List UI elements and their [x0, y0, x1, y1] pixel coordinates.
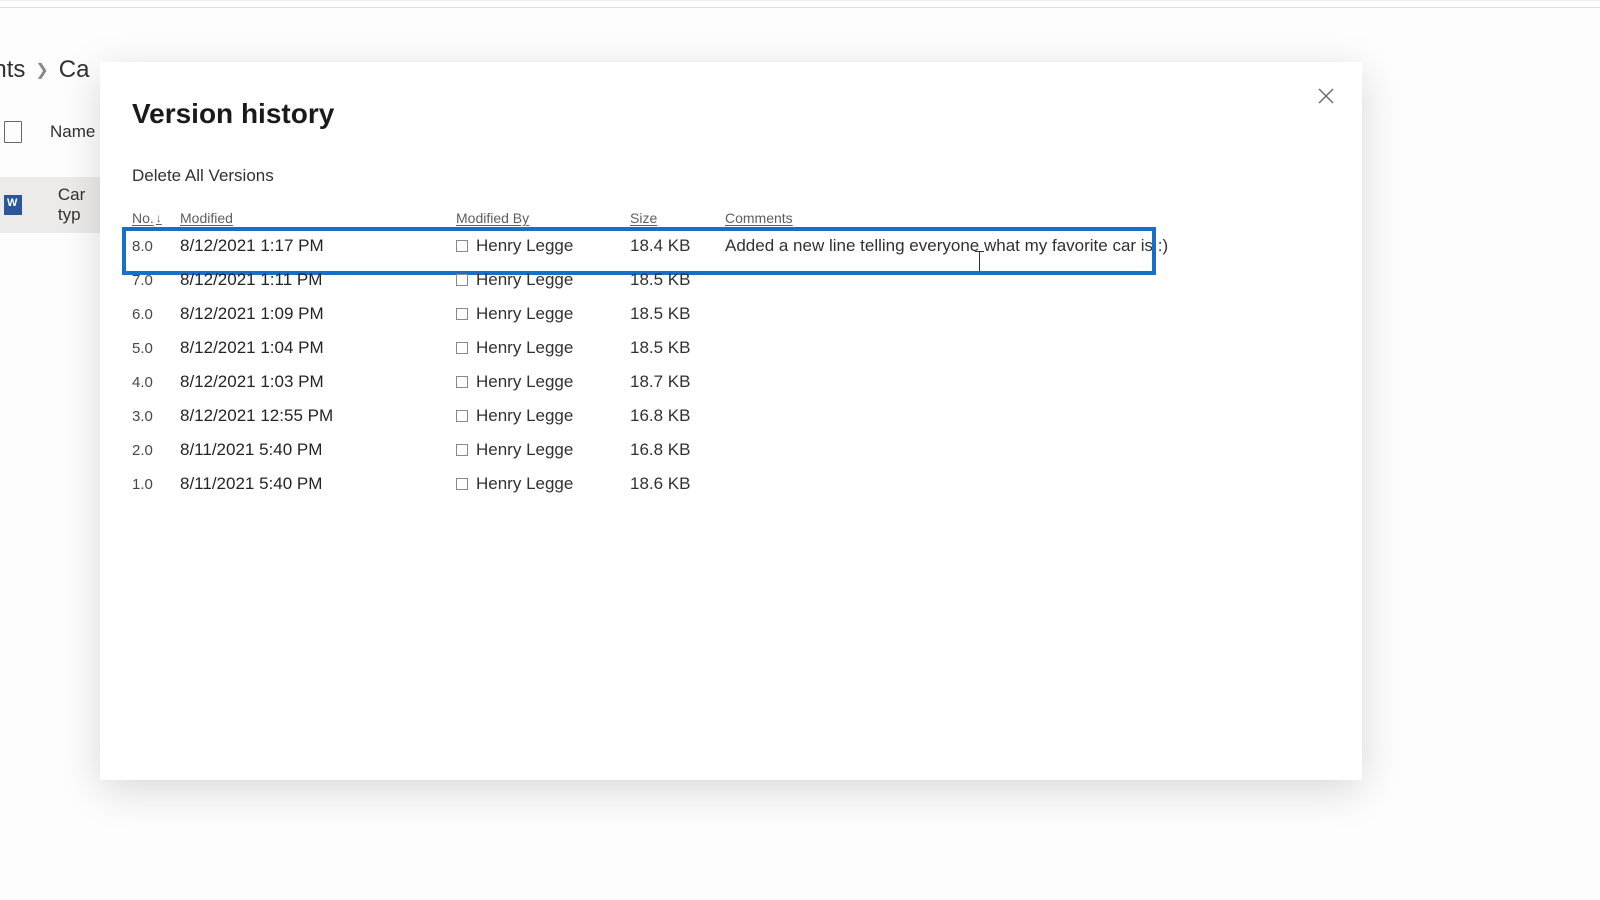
cell-modified-date[interactable]: 8/12/2021 1:03 PM — [180, 372, 456, 392]
cell-modified-by: Henry Legge — [456, 372, 630, 392]
cell-modified-by: Henry Legge — [456, 440, 630, 460]
cell-version-no: 8.0 — [132, 236, 180, 255]
file-list-header: Name — [4, 121, 95, 143]
cell-modified-date[interactable]: 8/11/2021 5:40 PM — [180, 474, 456, 494]
cell-size: 18.6 KB — [630, 474, 725, 494]
column-header-modified[interactable]: Modified — [180, 210, 456, 226]
table-row[interactable]: 3.08/12/2021 12:55 PM Henry Legge 16.8 KB — [132, 399, 1330, 433]
modal-title: Version history — [132, 98, 1330, 130]
cell-size: 18.5 KB — [630, 304, 725, 324]
file-type-icon — [4, 121, 22, 143]
table-row[interactable]: 1.08/11/2021 5:40 PM Henry Legge 18.6 KB — [132, 467, 1330, 501]
cell-modified-by: Henry Legge — [456, 304, 630, 324]
modified-by-name[interactable]: Henry Legge — [476, 474, 573, 494]
breadcrumb: ents ❯ Ca — [0, 56, 89, 84]
table-row[interactable]: 7.08/12/2021 1:11 PM Henry Legge 18.5 KB — [132, 263, 1330, 297]
cell-size: 18.7 KB — [630, 372, 725, 392]
table-row[interactable]: 8.08/12/2021 1:17 PM Henry Legge 18.4 KBAd… — [132, 229, 1330, 263]
word-doc-icon — [4, 195, 22, 215]
presence-indicator-icon — [456, 274, 468, 286]
presence-indicator-icon — [456, 308, 468, 320]
cell-size: 16.8 KB — [630, 406, 725, 426]
presence-indicator-icon — [456, 478, 468, 490]
table-body: 8.08/12/2021 1:17 PM Henry Legge 18.4 KBAd… — [132, 229, 1330, 501]
modified-by-name[interactable]: Henry Legge — [476, 338, 573, 358]
file-row-selected[interactable]: Car typ — [0, 177, 110, 233]
cell-modified-date[interactable]: 8/12/2021 1:11 PM — [180, 270, 456, 290]
sort-descending-icon: ↓ — [156, 211, 162, 225]
modified-by-name[interactable]: Henry Legge — [476, 372, 573, 392]
modified-by-name[interactable]: Henry Legge — [476, 440, 573, 460]
presence-indicator-icon — [456, 342, 468, 354]
cell-modified-by: Henry Legge — [456, 270, 630, 290]
cell-version-no: 3.0 — [132, 406, 180, 425]
column-header-modified-by[interactable]: Modified By — [456, 210, 630, 226]
cell-modified-by: Henry Legge — [456, 338, 630, 358]
modified-by-name[interactable]: Henry Legge — [476, 270, 573, 290]
cell-version-no: 1.0 — [132, 474, 180, 493]
cell-size: 18.4 KB — [630, 236, 725, 256]
table-row[interactable]: 4.08/12/2021 1:03 PM Henry Legge 18.7 KB — [132, 365, 1330, 399]
cell-version-no: 6.0 — [132, 304, 180, 323]
table-row[interactable]: 6.08/12/2021 1:09 PM Henry Legge 18.5 KB — [132, 297, 1330, 331]
presence-indicator-icon — [456, 410, 468, 422]
modal-overlay: Version history Delete All Versions No. … — [0, 0, 1600, 900]
cell-modified-date[interactable]: 8/11/2021 5:40 PM — [180, 440, 456, 460]
close-button[interactable] — [1312, 82, 1340, 110]
close-icon — [1318, 88, 1334, 104]
delete-all-versions-link[interactable]: Delete All Versions — [132, 166, 274, 186]
cell-modified-date[interactable]: 8/12/2021 1:04 PM — [180, 338, 456, 358]
cell-modified-date[interactable]: 8/12/2021 1:17 PM — [180, 236, 456, 256]
cell-version-no: 7.0 — [132, 270, 180, 289]
cell-modified-by: Henry Legge — [456, 406, 630, 426]
cell-size: 18.5 KB — [630, 270, 725, 290]
version-history-modal: Version history Delete All Versions No. … — [100, 62, 1362, 780]
table-row[interactable]: 2.08/11/2021 5:40 PM Henry Legge 16.8 KB — [132, 433, 1330, 467]
breadcrumb-prev[interactable]: ents — [0, 56, 25, 84]
chevron-right-icon: ❯ — [35, 60, 48, 80]
cell-modified-by: Henry Legge — [456, 236, 630, 256]
cell-size: 16.8 KB — [630, 440, 725, 460]
column-name-header[interactable]: Name — [50, 122, 95, 142]
column-header-comments[interactable]: Comments — [725, 210, 1330, 226]
modified-by-name[interactable]: Henry Legge — [476, 236, 573, 256]
cell-modified-date[interactable]: 8/12/2021 1:09 PM — [180, 304, 456, 324]
table-header-row: No. ↓ Modified Modified By Size Comments — [132, 208, 1330, 229]
cell-size: 18.5 KB — [630, 338, 725, 358]
cell-modified-date[interactable]: 8/12/2021 12:55 PM — [180, 406, 456, 426]
page-divider — [0, 7, 1600, 8]
versions-table: No. ↓ Modified Modified By Size Comments… — [132, 208, 1330, 501]
sync-icon — [34, 198, 46, 212]
cell-version-no: 5.0 — [132, 338, 180, 357]
file-name: Car typ — [58, 185, 106, 225]
column-header-no[interactable]: No. ↓ — [132, 210, 180, 226]
cell-modified-by: Henry Legge — [456, 474, 630, 494]
modified-by-name[interactable]: Henry Legge — [476, 406, 573, 426]
column-header-size[interactable]: Size — [630, 210, 725, 226]
presence-indicator-icon — [456, 240, 468, 252]
modified-by-name[interactable]: Henry Legge — [476, 304, 573, 324]
presence-indicator-icon — [456, 376, 468, 388]
breadcrumb-current: Ca — [59, 56, 90, 84]
cell-version-no: 4.0 — [132, 372, 180, 391]
cell-version-no: 2.0 — [132, 440, 180, 459]
presence-indicator-icon — [456, 444, 468, 456]
cell-comments: Added a new line telling everyone what m… — [725, 236, 1330, 256]
table-row[interactable]: 5.08/12/2021 1:04 PM Henry Legge 18.5 KB — [132, 331, 1330, 365]
